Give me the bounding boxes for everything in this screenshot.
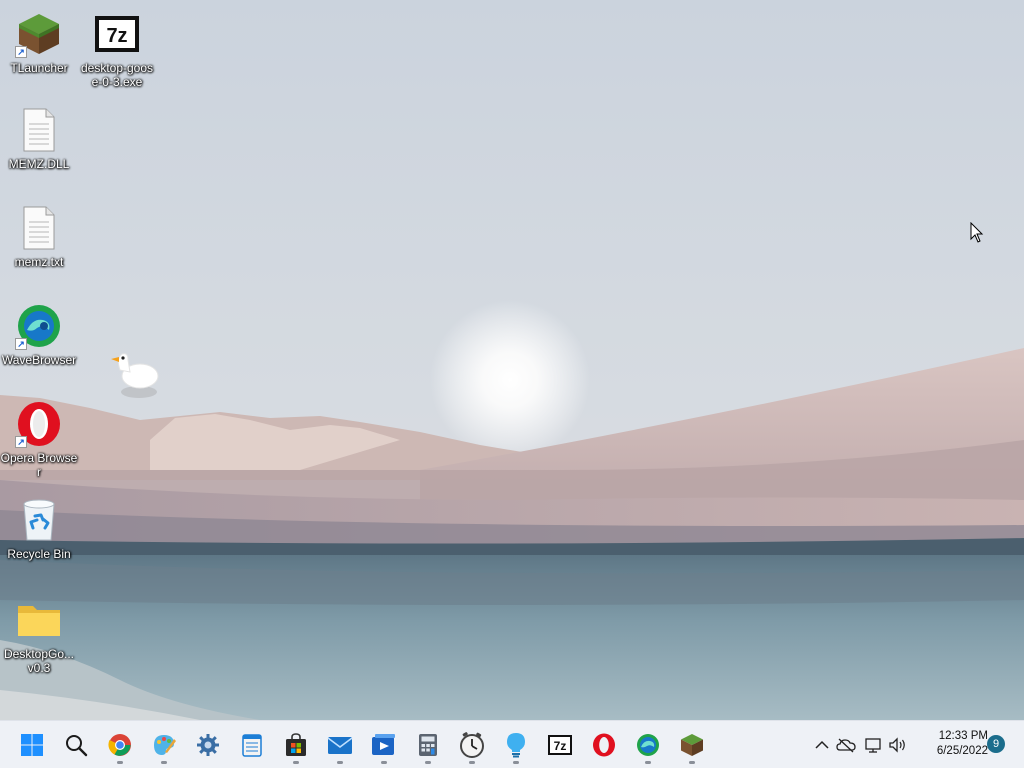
search-icon <box>66 735 88 757</box>
desktop-icon-label: DesktopGo... v0.3 <box>3 647 75 675</box>
desktop-icon-memz-txt[interactable]: memz.txt <box>0 204 78 269</box>
desktop-icon-label: Opera Browser <box>0 451 78 479</box>
desktop-icon-label: desktop-goose-0-3.exe <box>80 61 154 89</box>
opera-icon: ↗ <box>15 400 63 448</box>
running-indicator <box>293 761 299 764</box>
shortcut-arrow-icon: ↗ <box>15 338 27 350</box>
minecraft-grass-icon <box>681 734 703 756</box>
taskbar-app-tlauncher[interactable] <box>672 725 712 765</box>
taskbar-app-chrome[interactable] <box>100 725 140 765</box>
speaker-icon <box>889 737 905 753</box>
recycle-bin-icon <box>15 496 63 544</box>
lightbulb-icon <box>507 733 525 758</box>
taskbar-app-paint[interactable] <box>144 725 184 765</box>
mouse-pointer-icon <box>970 221 984 249</box>
wavebrowser-icon <box>637 734 659 756</box>
desktop-icon-label: Recycle Bin <box>7 547 71 561</box>
taskbar-app-7zip[interactable]: 7z <box>540 725 580 765</box>
running-indicator <box>689 761 695 764</box>
tray-volume[interactable] <box>888 735 908 755</box>
running-indicator <box>337 761 343 764</box>
desktop-icon-desktop-goose-exe[interactable]: 7z desktop-goose-0-3.exe <box>78 10 156 89</box>
desktop-icon-tlauncher[interactable]: ↗ TLauncher <box>0 10 78 75</box>
running-indicator <box>425 761 431 764</box>
taskbar-app-settings[interactable] <box>188 725 228 765</box>
tray-onedrive[interactable] <box>836 735 856 755</box>
paint-icon <box>154 735 176 755</box>
wavebrowser-icon: ↗ <box>15 302 63 350</box>
network-icon <box>865 738 881 753</box>
shortcut-arrow-icon: ↗ <box>15 436 27 448</box>
shortcut-arrow-icon: ↗ <box>15 46 27 58</box>
desktop-goose-sprite <box>106 350 162 405</box>
desktop-icon-label: WaveBrowser <box>1 353 77 367</box>
desktop-icon-label: memz.txt <box>14 255 64 269</box>
tray-network[interactable] <box>864 735 884 755</box>
desktop-icon-label: MEMZ.DLL <box>8 157 70 171</box>
clock-time: 12:33 PM <box>938 730 988 742</box>
7zip-icon: 7z <box>548 735 572 755</box>
onedrive-offline-icon <box>836 738 856 753</box>
notification-center-badge[interactable]: 9 <box>987 735 1005 753</box>
7zip-icon: 7z <box>93 10 141 58</box>
opera-icon <box>593 733 615 757</box>
store-icon <box>286 733 306 756</box>
taskbar-app-notepad[interactable] <box>232 725 272 765</box>
taskbar: 7z <box>0 720 1024 768</box>
mail-icon <box>327 737 353 754</box>
running-indicator <box>381 761 387 764</box>
windows-start-icon <box>21 734 43 756</box>
taskbar-app-mail[interactable] <box>320 725 360 765</box>
running-indicator <box>117 761 123 764</box>
minecraft-grass-icon: ↗ <box>15 10 63 58</box>
taskbar-app-opera[interactable] <box>584 725 624 765</box>
running-indicator <box>645 761 651 764</box>
running-indicator <box>469 761 475 764</box>
folder-icon <box>15 596 63 644</box>
desktop-icon-recycle-bin[interactable]: Recycle Bin <box>0 496 78 561</box>
taskbar-search-button[interactable] <box>56 725 96 765</box>
clock-icon <box>460 732 484 758</box>
desktop-icon-label: TLauncher <box>10 61 68 75</box>
svg-text:7z: 7z <box>554 739 567 753</box>
chrome-icon <box>108 734 131 756</box>
running-indicator <box>513 761 519 764</box>
desktop-icon-memz-dll[interactable]: MEMZ.DLL <box>0 106 78 171</box>
desktop-icon-desktopgoose-folder[interactable]: DesktopGo... v0.3 <box>0 596 78 675</box>
clock-date: 6/25/2022 <box>936 745 988 757</box>
file-icon <box>15 106 63 154</box>
media-player-icon <box>372 734 395 755</box>
text-file-icon <box>15 204 63 252</box>
running-indicator <box>161 761 167 764</box>
chevron-up-icon <box>815 740 829 749</box>
taskbar-app-calculator[interactable] <box>408 725 448 765</box>
taskbar-app-media-player[interactable] <box>364 725 404 765</box>
taskbar-app-store[interactable] <box>276 725 316 765</box>
taskbar-start-button[interactable] <box>12 725 52 765</box>
taskbar-app-wavebrowser[interactable] <box>628 725 668 765</box>
notepad-icon <box>242 734 262 757</box>
desktop-icon-wavebrowser[interactable]: ↗ WaveBrowser <box>0 302 78 367</box>
taskbar-app-tips[interactable] <box>496 725 536 765</box>
desktop-icon-opera-browser[interactable]: ↗ Opera Browser <box>0 400 78 479</box>
taskbar-app-clock[interactable] <box>452 725 492 765</box>
gear-icon <box>197 734 219 756</box>
tray-overflow-button[interactable] <box>812 735 832 755</box>
calculator-icon <box>419 734 437 756</box>
taskbar-clock[interactable]: 12:33 PM 6/25/2022 <box>916 729 988 759</box>
svg-text:7z: 7z <box>106 25 127 47</box>
